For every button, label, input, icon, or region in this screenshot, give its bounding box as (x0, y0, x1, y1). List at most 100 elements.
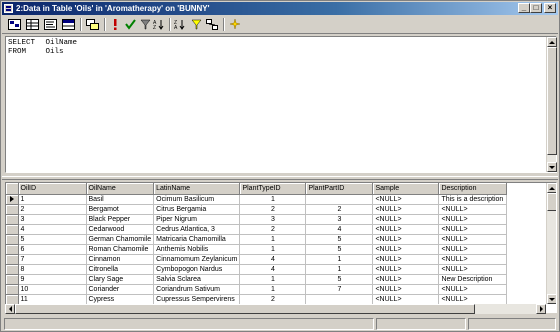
column-header[interactable]: Description (438, 183, 508, 195)
grid-vertical-scrollbar[interactable] (546, 183, 556, 304)
grid-cell[interactable]: 1 (239, 244, 307, 255)
title-bar[interactable]: 2:Data in Table 'Oils' in 'Aromatherapy'… (2, 2, 558, 15)
grid-cell[interactable]: Bergamot (86, 204, 155, 215)
grid-scroll-thumb[interactable] (547, 193, 556, 211)
table-row[interactable]: 11 Cypress Cupressus Sempervirens 2 <NULL> <N… (6, 294, 508, 305)
pane-splitter[interactable] (2, 176, 558, 180)
table-row[interactable]: 2 Bergamot Citrus Bergamia 2 2 <NULL> <NULL> (6, 204, 508, 215)
table-row[interactable]: 1 Basil Ocimum Basilicum 1 <NULL> This is a d… (6, 194, 508, 205)
table-row[interactable]: 6 Roman Chamomile Anthemis Nobilis 1 5 <NULL>… (6, 244, 508, 255)
minimize-button[interactable]: _ (518, 3, 530, 13)
new-row-icon[interactable] (227, 17, 243, 32)
maximize-button[interactable]: □ (530, 3, 542, 13)
grid-cell[interactable]: Piper Nigrum (153, 214, 241, 225)
grid-cell[interactable]: <NULL> (438, 264, 508, 275)
table-row[interactable]: 8 Citronella Cymbopogon Nardus 4 1 <NULL> <NUL… (6, 264, 508, 275)
results-grid-pane[interactable]: OilID OilName LatinName PlantTypeID Plan… (5, 182, 557, 313)
table-window-icon[interactable] (4, 4, 13, 13)
row-selector[interactable] (6, 294, 19, 305)
grid-cell[interactable]: 4 (239, 254, 307, 265)
grid-cell[interactable]: <NULL> (372, 234, 440, 245)
grid-cell[interactable]: <NULL> (438, 284, 508, 295)
row-selector[interactable] (6, 254, 19, 265)
row-selector[interactable] (6, 284, 19, 295)
grid-scroll-down-button[interactable] (547, 294, 556, 304)
table-row[interactable]: 9 Clary Sage Salvia Sclarea 1 5 <NULL> New Des… (6, 274, 508, 285)
row-selector[interactable] (6, 204, 19, 215)
grid-cell[interactable]: Matricaria Chamomilla (153, 234, 241, 245)
grid-cell[interactable]: <NULL> (438, 294, 508, 305)
change-query-type-icon[interactable] (84, 17, 100, 32)
grid-cell[interactable]: 1 (18, 194, 87, 205)
row-selector[interactable] (6, 274, 19, 285)
grid-cell[interactable]: 6 (18, 244, 87, 255)
row-selector[interactable] (6, 224, 19, 235)
scroll-right-button[interactable] (536, 304, 546, 314)
column-header[interactable]: PlantTypeID (239, 183, 307, 195)
grid-cell[interactable] (305, 294, 374, 305)
sort-ascending-icon[interactable]: AZ (152, 17, 166, 32)
grid-cell[interactable]: <NULL> (372, 194, 440, 205)
grid-cell[interactable]: 3 (18, 214, 87, 225)
grid-cell[interactable]: 2 (239, 294, 307, 305)
grid-corner[interactable] (6, 183, 19, 195)
add-filter-icon[interactable] (189, 17, 203, 32)
grid-cell[interactable]: New Description (438, 274, 508, 285)
grid-cell[interactable]: <NULL> (438, 224, 508, 235)
grid-cell[interactable]: Coriandrum Sativum (153, 284, 241, 295)
grid-cell[interactable]: 5 (18, 234, 87, 245)
grid-cell[interactable]: Roman Chamomile (86, 244, 155, 255)
grid-cell[interactable]: 4 (239, 264, 307, 275)
sql-pane[interactable]: SELECT OilName FROM Oils (5, 36, 557, 173)
row-selector[interactable] (6, 264, 19, 275)
run-icon[interactable] (108, 17, 122, 32)
grid-cell[interactable]: 3 (305, 214, 374, 225)
grid-cell[interactable]: 9 (18, 274, 87, 285)
column-header[interactable]: Sample (372, 183, 440, 195)
grid-cell[interactable]: 7 (305, 284, 374, 295)
sql-vertical-scrollbar[interactable] (546, 37, 557, 172)
column-header[interactable]: OilID (18, 183, 87, 195)
grid-cell[interactable]: 4 (18, 224, 87, 235)
grid-cell[interactable] (305, 194, 374, 205)
grid-cell[interactable]: Citronella (86, 264, 155, 275)
scroll-thumb[interactable] (547, 47, 557, 155)
grid-cell[interactable]: 11 (18, 294, 87, 305)
grid-cell[interactable]: Cymbopogon Nardus (153, 264, 241, 275)
grid-cell[interactable]: 4 (305, 224, 374, 235)
verify-sql-icon[interactable] (123, 17, 137, 32)
show-diagram-pane-icon[interactable] (6, 17, 22, 32)
remove-filter-icon[interactable] (138, 17, 152, 32)
grid-cell[interactable]: 2 (239, 204, 307, 215)
grid-cell[interactable]: <NULL> (372, 264, 440, 275)
grid-cell[interactable]: Cypress (86, 294, 155, 305)
grid-cell[interactable]: Cedarwood (86, 224, 155, 235)
column-header[interactable]: LatinName (153, 183, 241, 195)
grid-cell[interactable]: 1 (305, 254, 374, 265)
grid-cell[interactable]: <NULL> (438, 244, 508, 255)
grid-cell[interactable]: German Chamomile (86, 234, 155, 245)
scroll-up-button[interactable] (547, 37, 557, 47)
grid-cell[interactable]: <NULL> (438, 214, 508, 225)
grid-cell[interactable]: <NULL> (372, 254, 440, 265)
show-grid-pane-icon[interactable] (24, 17, 40, 32)
grid-cell[interactable]: 8 (18, 264, 87, 275)
grid-cell[interactable]: 5 (305, 234, 374, 245)
scroll-left-button[interactable] (5, 304, 15, 314)
grid-cell[interactable]: Citrus Bergamia (153, 204, 241, 215)
grid-cell[interactable]: Ocimum Basilicum (153, 194, 241, 205)
grid-cell[interactable]: 1 (239, 284, 307, 295)
grid-cell[interactable]: 5 (305, 274, 374, 285)
grid-cell[interactable]: 1 (239, 274, 307, 285)
grid-cell[interactable]: 5 (305, 244, 374, 255)
grid-cell[interactable]: This is a description (438, 194, 508, 205)
grid-cell[interactable]: <NULL> (438, 254, 508, 265)
grid-cell[interactable]: Basil (86, 194, 155, 205)
grid-cell[interactable]: Coriander (86, 284, 155, 295)
grid-cell[interactable]: 3 (239, 214, 307, 225)
table-row[interactable]: 4 Cedarwood Cedrus Atlantica, 3 2 4 <NULL> <NU… (6, 224, 508, 235)
grid-cell[interactable]: 2 (18, 204, 87, 215)
grid-horizontal-scrollbar[interactable] (5, 304, 546, 314)
column-header[interactable]: OilName (86, 183, 155, 195)
row-selector[interactable] (6, 234, 19, 245)
